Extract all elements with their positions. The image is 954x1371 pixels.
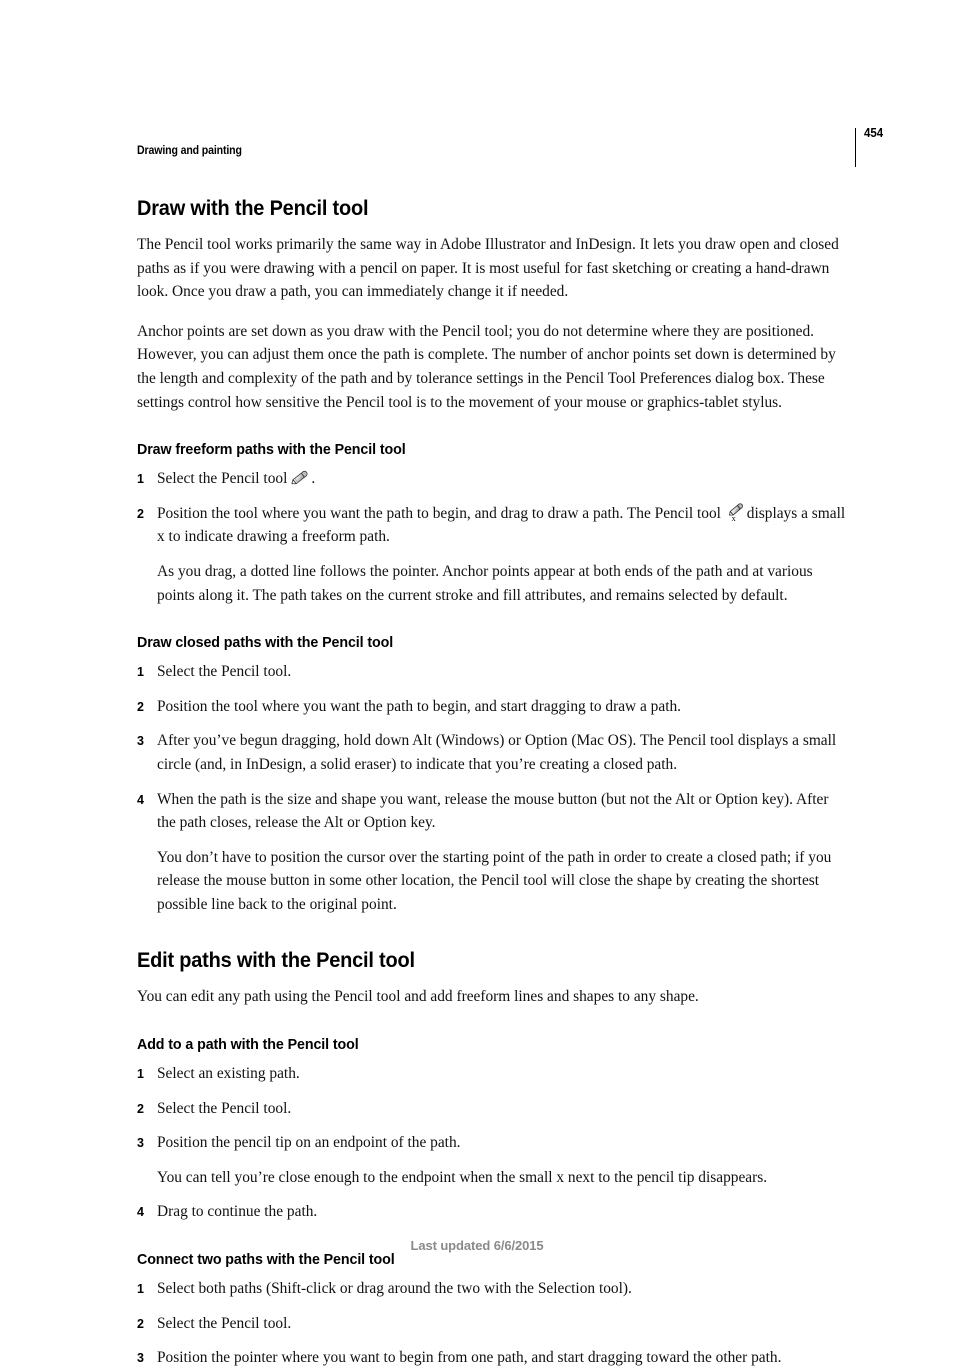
pencil-tool-icon bbox=[289, 469, 309, 487]
step-number: 1 bbox=[137, 472, 144, 487]
subsection-title-add-to-path: Add to a path with the Pencil tool bbox=[137, 1036, 359, 1054]
header-chapter-label: Drawing and painting bbox=[137, 145, 242, 157]
step-text: Select an existing path. bbox=[157, 1065, 300, 1083]
list-item: 4 Drag to continue the path. bbox=[137, 1200, 850, 1224]
pencil-tool-freeform-x-icon: x bbox=[727, 502, 745, 522]
step-number: 2 bbox=[137, 699, 144, 714]
step-text-after: . bbox=[311, 470, 316, 488]
steps-list-draw-freeform: 1 Select the Pencil tool. 2 Position the… bbox=[137, 467, 850, 607]
step-note: You can tell you’re close enough to the … bbox=[157, 1168, 768, 1186]
list-item: 4 When the path is the size and shape yo… bbox=[137, 788, 850, 917]
step-number: 1 bbox=[137, 1282, 144, 1297]
svg-text:x: x bbox=[731, 514, 735, 522]
paragraph: Anchor points are set down as you draw w… bbox=[137, 322, 836, 411]
step-text: Select the Pencil tool. bbox=[157, 1314, 292, 1332]
paragraph: You can edit any path using the Pencil t… bbox=[137, 988, 699, 1006]
section-title-draw-with-pencil: Draw with the Pencil tool bbox=[137, 197, 369, 220]
step-number: 2 bbox=[137, 1316, 144, 1331]
step-text: Position the tool where you want the pat… bbox=[157, 697, 682, 715]
steps-list-add-to-path: 1 Select an existing path. 2 Select the … bbox=[137, 1062, 850, 1224]
step-text: When the path is the size and shape you … bbox=[157, 790, 829, 832]
list-item: 1 Select both paths (Shift-click or drag… bbox=[137, 1277, 850, 1301]
step-text: Select the Pencil tool. bbox=[157, 1099, 292, 1117]
section-title-edit-paths: Edit paths with the Pencil tool bbox=[137, 949, 415, 973]
step-note: You don’t have to position the cursor ov… bbox=[157, 848, 832, 913]
paragraph: The Pencil tool works primarily the same… bbox=[137, 236, 839, 301]
page-header: Drawing and painting 454 bbox=[0, 126, 954, 170]
step-number: 1 bbox=[137, 1067, 144, 1082]
step-number: 1 bbox=[137, 665, 144, 680]
page-footer: Last updated 6/6/2015 bbox=[410, 1238, 544, 1253]
step-text: Select both paths (Shift-click or drag a… bbox=[157, 1280, 632, 1298]
step-text: Select the Pencil tool. bbox=[157, 663, 292, 681]
step-text: Select the Pencil tool. bbox=[157, 467, 850, 491]
step-number: 4 bbox=[137, 792, 144, 807]
list-item: 3 After you’ve begun dragging, hold down… bbox=[137, 729, 850, 776]
step-number: 3 bbox=[137, 734, 144, 749]
step-text: After you’ve begun dragging, hold down A… bbox=[157, 732, 837, 773]
step-text-before: Position the tool where you want the pat… bbox=[157, 504, 721, 522]
step-note: As you drag, a dotted line follows the p… bbox=[157, 562, 813, 604]
step-number: 3 bbox=[137, 1136, 144, 1151]
list-item: 1 Select the Pencil tool. bbox=[137, 467, 850, 491]
list-item: 1 Select an existing path. bbox=[137, 1062, 850, 1086]
document-page: Drawing and painting 454 Draw with the P… bbox=[0, 0, 954, 1366]
list-item: 2 Position the tool where you want the p… bbox=[137, 502, 850, 607]
document-content: Draw with the Pencil tool The Pencil too… bbox=[137, 196, 850, 1370]
step-number: 2 bbox=[137, 1101, 144, 1116]
list-item: 2 Position the tool where you want the p… bbox=[137, 695, 850, 719]
step-text: Position the tool where you want the pat… bbox=[157, 502, 850, 549]
steps-list-draw-closed: 1 Select the Pencil tool. 2 Position the… bbox=[137, 660, 850, 916]
subsection-title-draw-closed: Draw closed paths with the Pencil tool bbox=[137, 634, 394, 652]
step-text: Position the pencil tip on an endpoint o… bbox=[157, 1134, 461, 1152]
step-number: 3 bbox=[137, 1351, 144, 1366]
list-item: 2 Select the Pencil tool. bbox=[137, 1097, 850, 1121]
page-number: 454 bbox=[864, 126, 884, 140]
steps-list-connect-two-paths: 1 Select both paths (Shift-click or drag… bbox=[137, 1277, 850, 1370]
step-text-before: Select the Pencil tool bbox=[157, 470, 288, 488]
subsection-title-draw-freeform: Draw freeform paths with the Pencil tool bbox=[137, 441, 406, 459]
list-item: 1 Select the Pencil tool. bbox=[137, 660, 850, 684]
step-text: Drag to continue the path. bbox=[157, 1203, 318, 1221]
list-item: 2 Select the Pencil tool. bbox=[137, 1312, 850, 1336]
step-number: 4 bbox=[137, 1205, 144, 1220]
list-item: 3 Position the pencil tip on an endpoint… bbox=[137, 1131, 850, 1189]
header-vertical-rule bbox=[855, 128, 857, 167]
step-number: 2 bbox=[137, 506, 144, 521]
